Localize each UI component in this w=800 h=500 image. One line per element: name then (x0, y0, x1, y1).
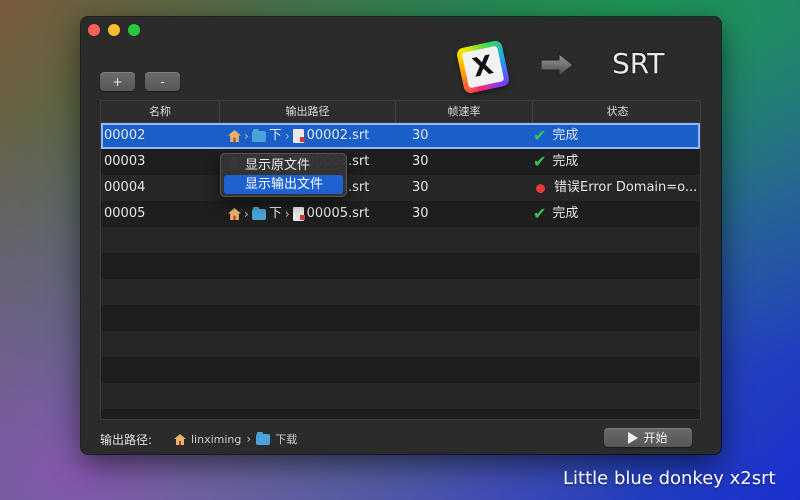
path-separator: › (246, 432, 252, 446)
path-separator: › (284, 129, 290, 143)
path-separator: › (244, 129, 249, 143)
status-text: 完成 (552, 154, 579, 169)
x-app-logo-icon: X (455, 39, 511, 95)
table-row-stripe (101, 383, 700, 409)
checkmark-icon: ✔ (533, 126, 547, 145)
row-fps: 30 (412, 206, 429, 221)
table-row-stripe (101, 279, 700, 305)
remove-file-button[interactable]: - (145, 72, 180, 91)
close-window-button[interactable] (88, 24, 100, 36)
path-folder: 下 (268, 128, 282, 143)
column-header-name[interactable]: 名称 (101, 101, 220, 123)
row-status: ✔ 完成 (533, 149, 698, 175)
output-path-folder: 下载 (275, 433, 298, 446)
zoom-window-button[interactable] (128, 24, 140, 36)
start-button[interactable]: 开始 (604, 428, 692, 447)
path-folder: 下 (268, 206, 282, 221)
row-output-path[interactable]: › 下 › 00002.srt (228, 123, 398, 149)
table-row[interactable]: 00003›下›00003.srt30✔完成 (101, 149, 700, 175)
column-header-path[interactable]: 输出路径 (220, 101, 396, 123)
file-table: 名称 输出路径 帧速率 状态 00002 › 下 › 00002.srt 30 ✔ 完成 000… (100, 100, 701, 420)
home-icon (228, 130, 241, 142)
srt-logo-icon: SRT (612, 47, 665, 80)
table-header: 名称 输出路径 帧速率 状态 (101, 101, 700, 123)
row-status: ✔ 完成 (533, 201, 698, 227)
context-menu-show-output[interactable]: 显示输出文件 (224, 175, 343, 194)
add-file-button[interactable]: + (100, 72, 135, 91)
minimize-window-button[interactable] (108, 24, 120, 36)
output-path-label: 输出路径: (100, 433, 153, 447)
status-text: 完成 (552, 206, 579, 221)
row-status: 错误Error Domain=o... (533, 175, 698, 201)
checkmark-icon: ✔ (533, 152, 547, 171)
srt-file-icon (292, 207, 305, 221)
table-row-stripe (101, 227, 700, 253)
arrow-right-icon (540, 52, 574, 78)
table-row-stripe (101, 305, 700, 331)
table-row-stripe (101, 253, 700, 279)
home-icon (228, 208, 241, 220)
srt-file-icon (292, 129, 305, 143)
table-row[interactable]: 00004›下›00004.srt30错误Error Domain=o... (101, 175, 700, 201)
table-body: 00002›下›00002.srt30✔完成00003›下›00003.srt3… (101, 123, 700, 419)
row-name: 00004 (104, 180, 146, 195)
row-fps: 30 (412, 180, 429, 195)
row-name: 00003 (104, 154, 146, 169)
row-output-path[interactable]: › 下 › 00005.srt (228, 201, 398, 227)
folder-icon (251, 206, 266, 220)
table-row-stripe (101, 409, 700, 419)
app-caption: Little blue donkey x2srt (563, 468, 776, 489)
row-status: ✔ 完成 (533, 123, 698, 149)
start-button-label: 开始 (643, 431, 668, 445)
row-fps: 30 (412, 128, 429, 143)
table-row[interactable]: 00005 › 下 › 00005.srt 30 ✔ 完成 (101, 201, 700, 227)
column-header-status[interactable]: 状态 (533, 101, 700, 123)
row-fps: 30 (412, 154, 429, 169)
path-file: 00002.srt (306, 128, 370, 143)
row-name: 00002 (104, 128, 146, 143)
play-icon (628, 431, 639, 444)
status-text: 错误Error Domain=o... (554, 180, 698, 195)
context-menu-show-source[interactable]: 显示原文件 (224, 156, 343, 175)
checkmark-icon: ✔ (533, 204, 547, 223)
output-path-control[interactable]: linximing › 下载 (174, 431, 297, 447)
error-dot-icon (536, 183, 545, 193)
folder-icon (251, 128, 266, 142)
column-header-fps[interactable]: 帧速率 (396, 101, 533, 123)
x-logo-letter: X (461, 45, 505, 89)
table-row[interactable]: 00002 › 下 › 00002.srt 30 ✔ 完成 (101, 123, 700, 149)
table-row-stripe (101, 331, 700, 357)
output-path-user: linximing (191, 432, 242, 446)
app-window: X SRT + - 名称 输出路径 帧速率 状态 00002 › 下 › 00002.s… (81, 17, 721, 454)
context-menu: 显示原文件 显示输出文件 (220, 153, 347, 197)
path-file: 00005.srt (306, 206, 370, 221)
path-separator: › (244, 207, 249, 221)
row-name: 00005 (104, 206, 146, 221)
status-text: 完成 (552, 128, 579, 143)
path-separator: › (284, 207, 290, 221)
folder-icon (256, 431, 271, 445)
table-row-stripe (101, 357, 700, 383)
home-icon (174, 433, 186, 445)
